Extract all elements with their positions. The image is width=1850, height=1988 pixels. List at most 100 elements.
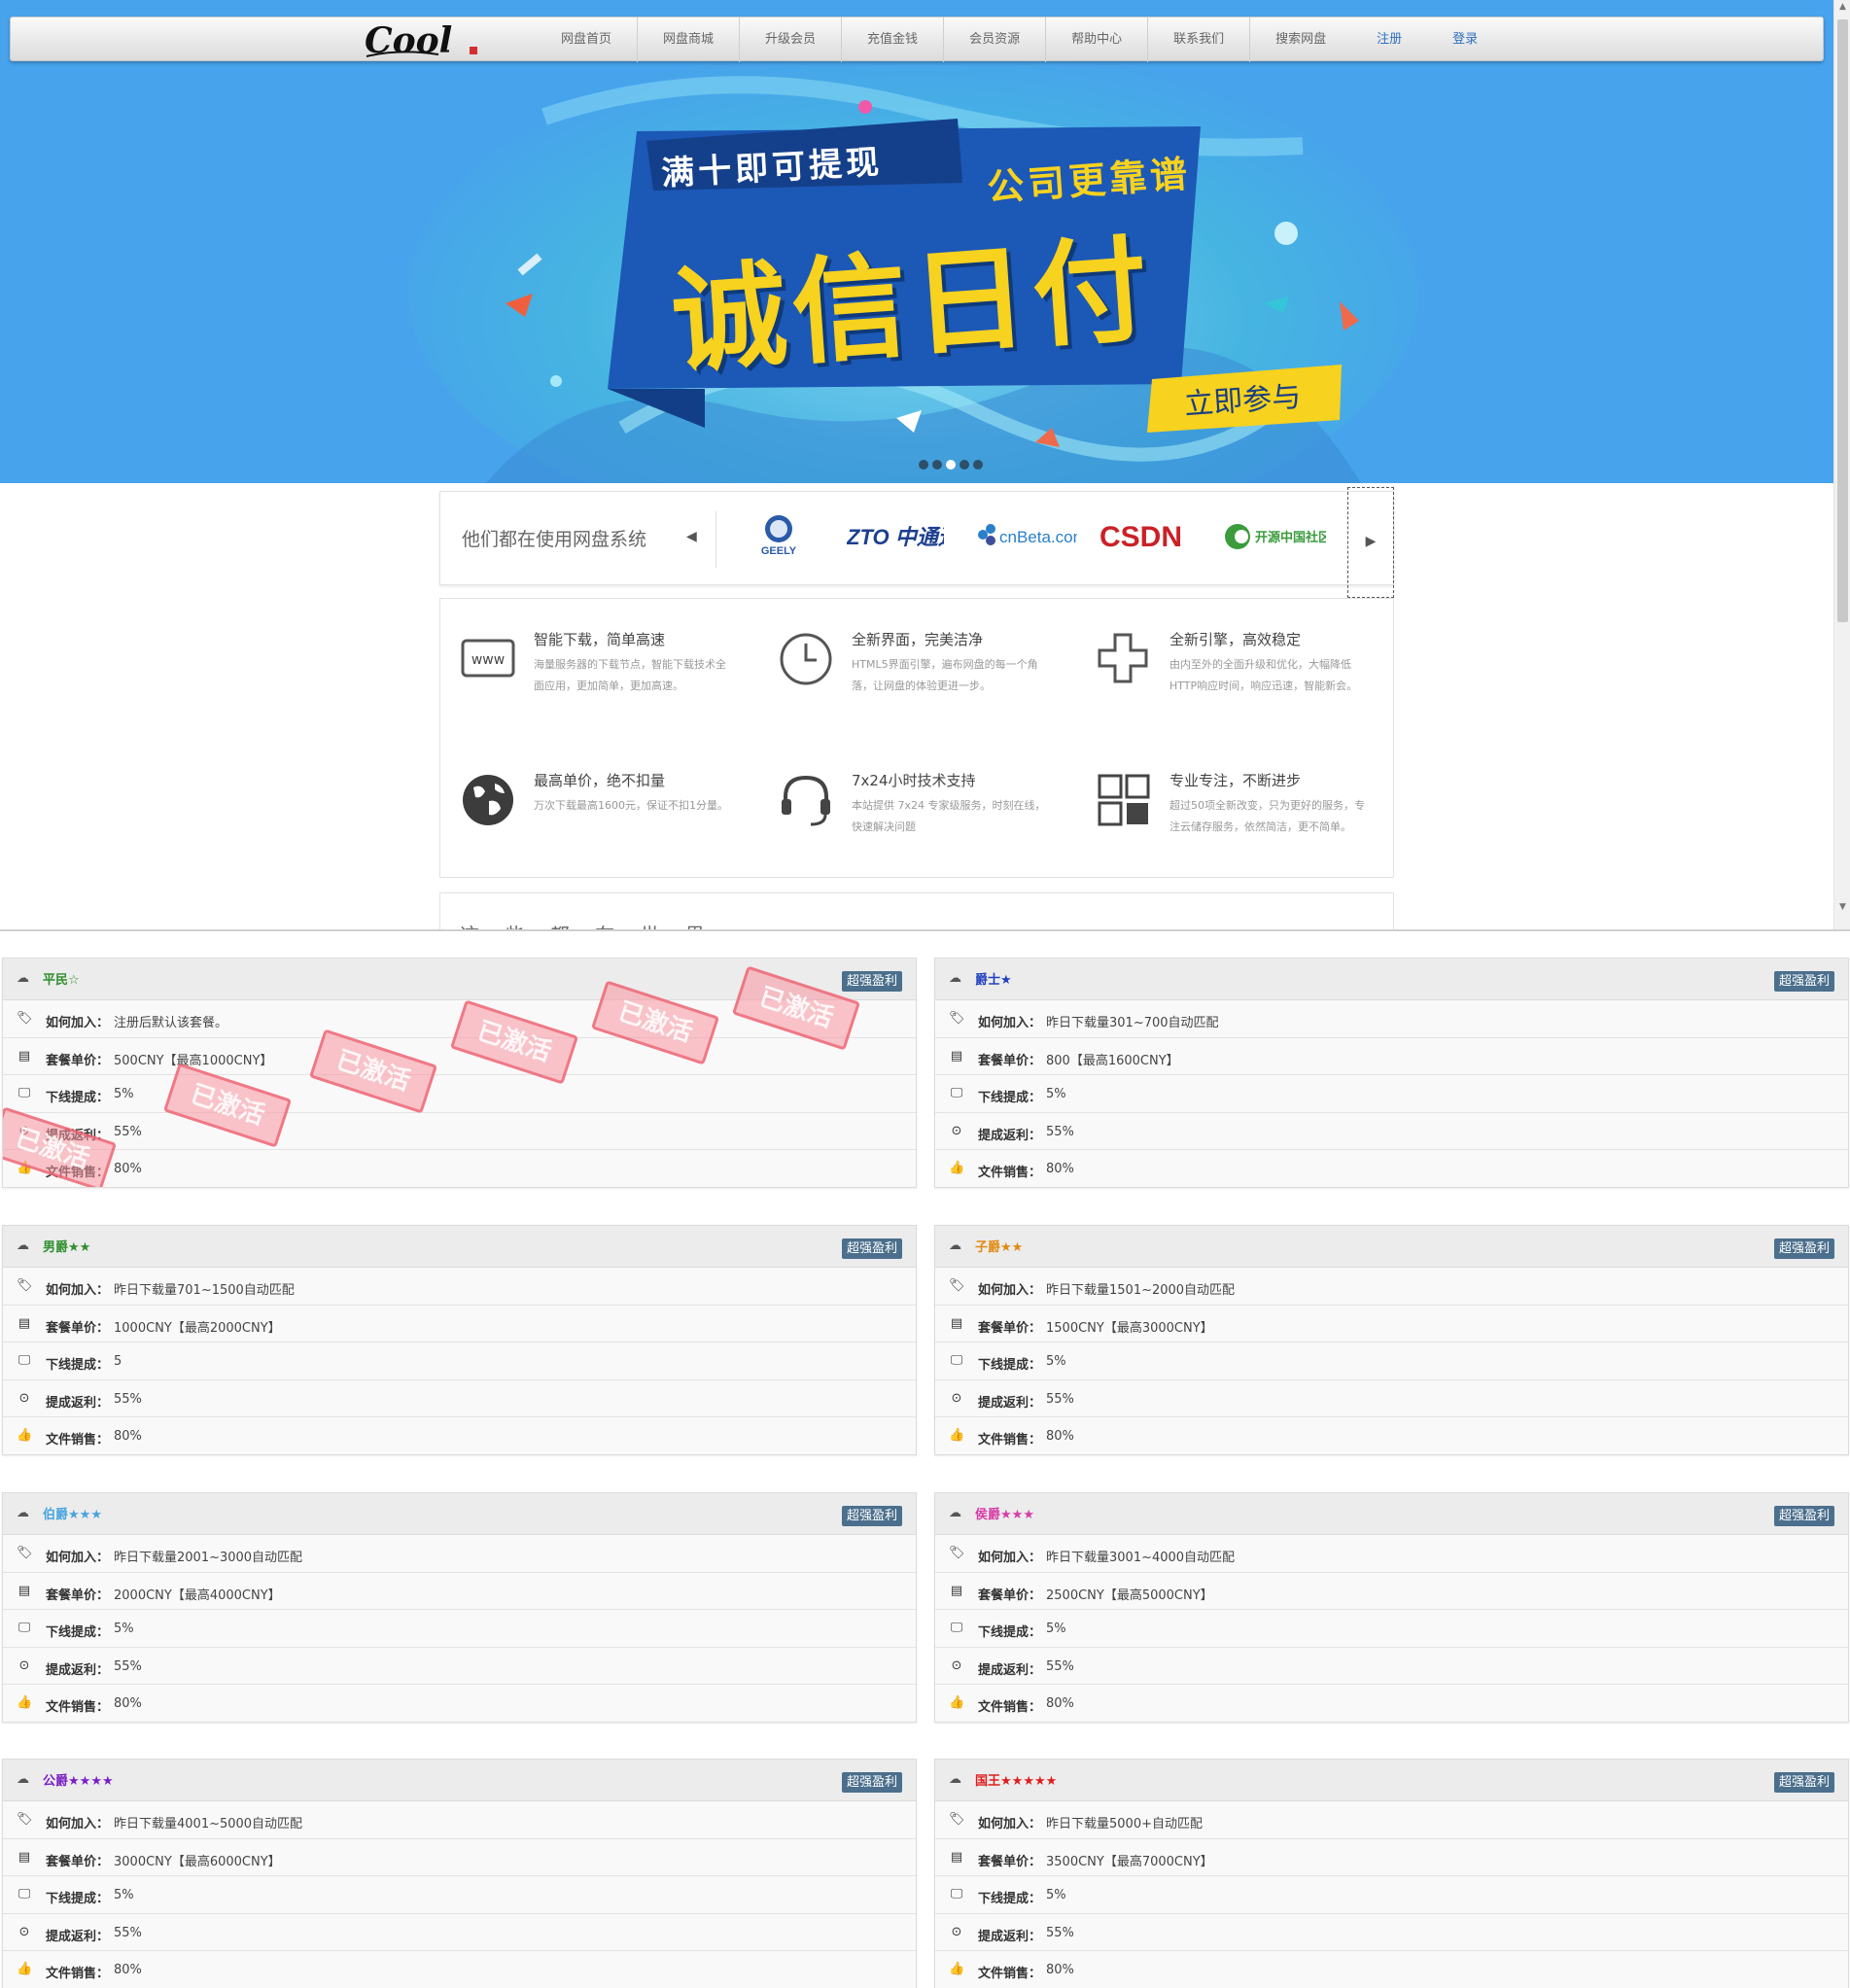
clock-icon: ⊙ — [951, 1123, 962, 1138]
slide-dot-active[interactable] — [946, 460, 956, 470]
row-label: 文件销售： — [978, 1166, 1042, 1180]
cloud-icon: ☁ — [949, 1506, 961, 1520]
profit-badge[interactable]: 超强盈利 — [1773, 1238, 1834, 1259]
nav-menu: 网盘首页 网盘商城 升级会员 充值金钱 会员资源 帮助中心 联系我们 搜索网盘 … — [536, 17, 1503, 62]
feature-description: 超过50项全新改变，只为更好的服务，专注云储存服务，依然简洁，更不简单。 — [1169, 799, 1365, 833]
partners-title: 他们都在使用网盘系统 — [462, 529, 647, 550]
profit-badge[interactable]: 超强盈利 — [841, 1238, 902, 1259]
cloud-icon: ☁ — [17, 1772, 29, 1787]
profit-badge[interactable]: 超强盈利 — [841, 1772, 902, 1793]
tier-stars: ☆ — [68, 973, 80, 988]
www-icon: www — [461, 639, 515, 678]
svg-text:ZTO 中通速递: ZTO 中通速递 — [847, 525, 944, 549]
tier-row-commission: 🖵 下线提成： 5 — [3, 1343, 916, 1380]
feature-title: 全新引擎，高效稳定 — [1169, 631, 1302, 648]
cool-logo[interactable]: Cool — [361, 19, 487, 60]
cnbeta-logo[interactable]: cnBeta.com — [975, 513, 1077, 560]
tier-row-join: 🏷 如何加入： 昨日下载量701~1500自动匹配 — [3, 1268, 916, 1306]
row-label: 下线提成： — [978, 1358, 1042, 1373]
hero-banner[interactable]: 满十即可提现 公司更靠谱 诚信日付 立即参与 — [0, 0, 1833, 483]
row-value: 2000CNY【最高4000CNY】 — [114, 1587, 281, 1603]
row-value: 昨日下载量701~1500自动匹配 — [114, 1283, 295, 1298]
row-label: 下线提成： — [978, 1091, 1042, 1105]
nav-recharge[interactable]: 充值金钱 — [841, 17, 943, 62]
login-link[interactable]: 登录 — [1427, 17, 1503, 62]
row-label: 如何加入： — [978, 1551, 1042, 1565]
row-label: 套餐单价： — [978, 1587, 1042, 1603]
tier-row-rebate: ⊙ 提成返利： 55% — [3, 1913, 916, 1951]
row-value: 80% — [1046, 1696, 1074, 1711]
slide-dot[interactable] — [919, 460, 928, 470]
globe-icon — [463, 775, 513, 825]
tier-card-header: ☁ 侯爵★★★ 超强盈利 — [935, 1493, 1848, 1535]
profit-badge[interactable]: 超强盈利 — [1773, 971, 1834, 992]
slide-dot[interactable] — [960, 460, 969, 470]
nav-home[interactable]: 网盘首页 — [536, 17, 637, 62]
nav-contact[interactable]: 联系我们 — [1147, 17, 1249, 62]
nav-store[interactable]: 网盘商城 — [637, 17, 739, 62]
row-label: 套餐单价： — [46, 1854, 110, 1869]
tier-name: 侯爵 — [975, 1508, 1001, 1522]
row-value: 80% — [1046, 1429, 1074, 1444]
tag-icon: 🏷 — [17, 1011, 33, 1026]
row-label: 下线提成： — [46, 1625, 110, 1640]
register-link[interactable]: 注册 — [1351, 17, 1427, 62]
tier-card: ☁ 伯爵★★★ 超强盈利 🏷 如何加入： 昨日下载量2001~3000自动匹配 ▤ 套餐单价：… — [2, 1492, 917, 1723]
tag-icon: 🏷 — [949, 1812, 965, 1827]
monitor-icon: 🖵 — [17, 1621, 31, 1635]
nav-search[interactable]: 搜索网盘 — [1249, 17, 1351, 62]
banner-cta-button[interactable]: 立即参与 — [1183, 372, 1303, 423]
csdn-logo[interactable]: CSDN — [1100, 513, 1197, 560]
oschina-logo[interactable]: 开源中国社区 — [1224, 513, 1326, 560]
row-label: 提成返利： — [978, 1662, 1042, 1678]
row-value: 80% — [1046, 1162, 1074, 1176]
tier-card: ☁ 爵士★ 超强盈利 🏷 如何加入： 昨日下载量301~700自动匹配 ▤ 套餐单价： 800【… — [934, 958, 1849, 1188]
row-label: 如何加入： — [978, 1283, 1042, 1298]
tier-row-commission: 🖵 下线提成： 5% — [935, 1075, 1848, 1113]
zto-logo[interactable]: ZTO 中通速递 — [847, 513, 944, 560]
row-label: 下线提成： — [46, 1091, 110, 1105]
row-value: 80% — [1046, 1963, 1074, 1977]
row-label: 提成返利： — [978, 1395, 1042, 1411]
clock-icon: ⊙ — [951, 1390, 962, 1406]
profit-badge[interactable]: 超强盈利 — [841, 971, 902, 992]
tier-name: 公爵 — [43, 1774, 69, 1789]
tier-card-header: ☁ 国王★★★★★ 超强盈利 — [935, 1760, 1848, 1801]
profit-badge[interactable]: 超强盈利 — [841, 1506, 902, 1526]
row-value: 500CNY【最高1000CNY】 — [114, 1053, 273, 1068]
row-value: 3500CNY【最高7000CNY】 — [1046, 1854, 1213, 1869]
profit-badge[interactable]: 超强盈利 — [1773, 1506, 1834, 1526]
tier-name: 爵士 — [975, 973, 1001, 988]
row-label: 文件销售： — [46, 1967, 110, 1981]
scroll-down-icon[interactable]: ▼ — [1837, 902, 1848, 913]
card-icon: ▤ — [17, 1849, 31, 1865]
nav-member-resources[interactable]: 会员资源 — [943, 17, 1045, 62]
row-value: 5% — [1046, 1354, 1066, 1369]
feature-title: 专业专注，不断进步 — [1169, 772, 1302, 789]
partners-next-arrow-icon[interactable]: ▶ — [1347, 487, 1394, 598]
scrollbar[interactable]: ▲ ▼ — [1833, 0, 1850, 929]
card-icon: ▤ — [950, 1315, 963, 1331]
scroll-up-icon[interactable]: ▲ — [1837, 2, 1848, 13]
scrollbar-thumb[interactable] — [1837, 19, 1848, 622]
tag-icon: 🏷 — [949, 1278, 965, 1293]
tier-row-commission: 🖵 下线提成： 5% — [3, 1610, 916, 1648]
tier-row-commission: 🖵 下线提成： 5% — [935, 1610, 1848, 1648]
monitor-icon: 🖵 — [17, 1353, 31, 1368]
slide-dot[interactable] — [932, 460, 942, 470]
cloud-icon: ☁ — [949, 1238, 961, 1253]
slide-dot[interactable] — [973, 460, 983, 470]
tier-level: 侯爵★★★ — [975, 1504, 1034, 1522]
nav-help[interactable]: 帮助中心 — [1045, 17, 1147, 62]
profit-badge[interactable]: 超强盈利 — [1773, 1772, 1834, 1793]
partners-prev-arrow-icon[interactable]: ◀ — [686, 529, 697, 544]
row-value: 5% — [114, 1622, 134, 1636]
nav-upgrade[interactable]: 升级会员 — [739, 17, 841, 62]
geely-logo[interactable]: GEELY — [745, 513, 813, 560]
tier-level: 子爵★★ — [975, 1237, 1023, 1255]
tier-stars: ★★★ — [68, 1508, 102, 1522]
tier-card: ☁ 国王★★★★★ 超强盈利 🏷 如何加入： 昨日下载量5000+自动匹配 ▤ 套餐单价： 35… — [934, 1759, 1849, 1988]
thumbs-up-icon: 👍 — [17, 1428, 33, 1443]
tag-icon: 🏷 — [949, 1546, 965, 1560]
row-label: 套餐单价： — [46, 1587, 110, 1603]
